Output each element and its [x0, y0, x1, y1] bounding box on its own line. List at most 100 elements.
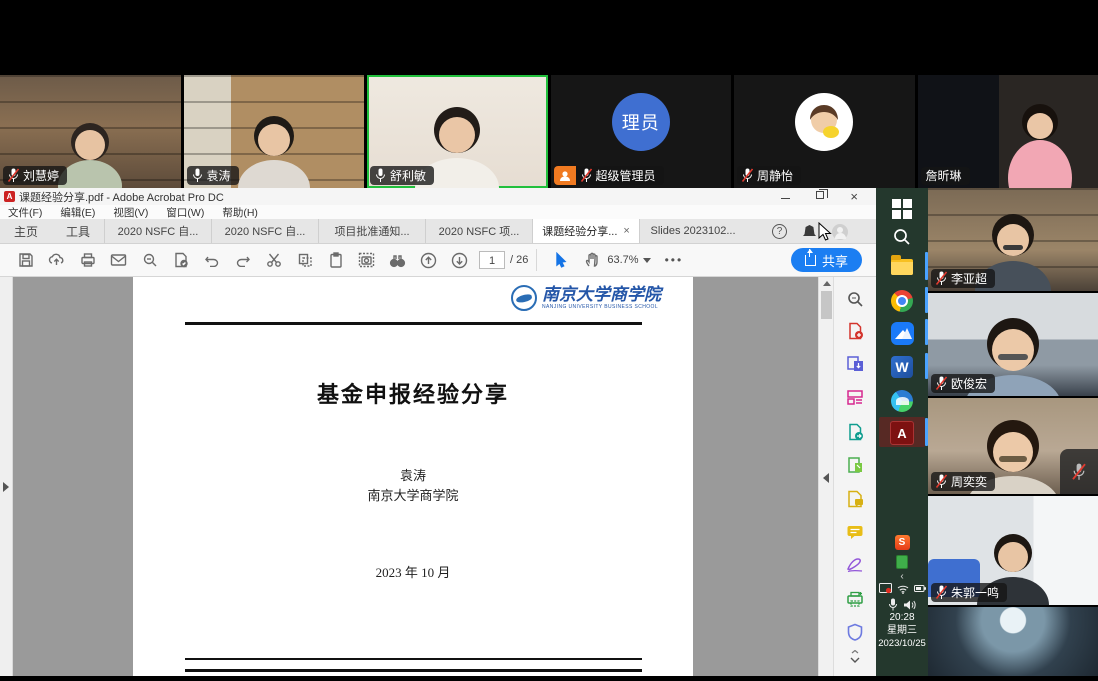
participant-name: 李亚超: [951, 272, 987, 286]
fill-sign-tool-icon[interactable]: [845, 555, 865, 575]
video-tile-oujunhong[interactable]: 欧俊宏: [928, 293, 1098, 396]
pdf-date: 2023 年 10 月: [133, 562, 693, 581]
tab-close-icon[interactable]: ×: [623, 225, 629, 237]
menu-window[interactable]: 窗口(W): [166, 205, 204, 220]
video-tile-yuantao[interactable]: 袁涛: [184, 75, 365, 188]
name-tag: 袁涛: [187, 166, 239, 185]
menu-file[interactable]: 文件(F): [8, 205, 42, 220]
tools-pane-more-icon[interactable]: [849, 650, 861, 666]
print-production-tool-icon[interactable]: [845, 589, 865, 609]
acrobat-taskbar-icon[interactable]: A: [889, 420, 915, 446]
mic-muted-icon: [581, 168, 592, 183]
video-tile-zhoujingyi[interactable]: 周静怡: [734, 75, 915, 188]
minimize-button[interactable]: [781, 191, 790, 202]
mic-muted-icon: [8, 168, 19, 183]
name-tag: 周静怡: [737, 166, 801, 185]
clock-weekday[interactable]: 星期三: [876, 625, 928, 637]
scroll-up-icon[interactable]: [823, 281, 831, 286]
video-tile-shulimin-active-speaker[interactable]: 舒利敏: [367, 75, 548, 188]
bottom-rule-thin: [185, 658, 642, 660]
screen-record-icon[interactable]: [879, 583, 892, 594]
restore-button[interactable]: [816, 191, 824, 202]
doc-tab-slides[interactable]: Slides 2023102...: [639, 219, 746, 243]
sogou-tray-icon[interactable]: S: [894, 534, 910, 550]
help-icon[interactable]: ?: [772, 224, 787, 239]
scrollbar-thumb[interactable]: [821, 291, 832, 319]
clock-time[interactable]: 20:28: [876, 612, 928, 624]
print-button[interactable]: [72, 247, 103, 273]
doc-badge-button[interactable]: [165, 247, 196, 273]
expand-left-pane-icon[interactable]: [3, 482, 9, 492]
acrobat-app-icon: A: [4, 191, 15, 202]
doc-tab-4[interactable]: 2020 NSFC 项...: [425, 219, 532, 243]
menu-view[interactable]: 视图(V): [113, 205, 148, 220]
participant-name: 袁涛: [207, 169, 231, 183]
doc-tab-1[interactable]: 2020 NSFC 自...: [104, 219, 211, 243]
search-tool-icon[interactable]: [845, 289, 865, 309]
video-tile-zhouyiyi[interactable]: 周奕奕: [928, 398, 1098, 494]
doc-tab-3[interactable]: 项目批准通知...: [318, 219, 425, 243]
zoom-control[interactable]: 63.7%: [607, 254, 650, 266]
chrome-icon[interactable]: [889, 288, 915, 314]
undo-button[interactable]: [196, 247, 227, 273]
menu-help[interactable]: 帮助(H): [222, 205, 258, 220]
edge-icon[interactable]: [889, 388, 915, 414]
share-button[interactable]: 共享: [791, 248, 862, 272]
tray-speaker-icon[interactable]: [903, 599, 916, 611]
snapshot-camera-button[interactable]: [351, 247, 382, 273]
video-tile-zhanxinlin[interactable]: 詹昕琳: [918, 75, 1098, 188]
wifi-icon[interactable]: [897, 584, 909, 594]
redo-button[interactable]: [227, 247, 258, 273]
mic-on-icon: [375, 168, 386, 183]
taskbar-search-icon[interactable]: [889, 224, 915, 250]
doc-tab-active[interactable]: 课题经验分享... ×: [532, 219, 639, 243]
tab-tools[interactable]: 工具: [52, 219, 104, 243]
tab-home[interactable]: 主页: [0, 219, 52, 243]
create-pdf-tool-icon[interactable]: [845, 321, 865, 341]
organize-pages-tool-icon[interactable]: [845, 387, 865, 407]
windows-start-icon[interactable]: [889, 196, 915, 222]
meeting-app-icon[interactable]: [889, 320, 915, 346]
select-tool-button[interactable]: [545, 247, 576, 273]
find-binoculars-button[interactable]: [382, 247, 413, 273]
protect-shield-tool-icon[interactable]: [845, 622, 865, 642]
clock-date[interactable]: 2023/10/25: [876, 638, 928, 650]
paste-clipboard-button[interactable]: [320, 247, 351, 273]
video-tile-admin[interactable]: 理员 超级管理员: [551, 75, 732, 188]
video-tile-liuhuiting[interactable]: 刘慧婷: [0, 75, 181, 188]
copy-button[interactable]: [289, 247, 320, 273]
comment-bubble-tool-icon[interactable]: [845, 522, 865, 542]
previous-page-button[interactable]: [413, 247, 444, 273]
upload-cloud-button[interactable]: [41, 247, 72, 273]
email-button[interactable]: [103, 247, 134, 273]
word-icon[interactable]: W: [889, 354, 915, 380]
vertical-scrollbar[interactable]: [818, 277, 833, 676]
save-button[interactable]: [10, 247, 41, 273]
more-options-button[interactable]: •••: [665, 253, 684, 267]
search-button[interactable]: [134, 247, 165, 273]
video-tile-liyachao[interactable]: 李亚超: [928, 188, 1098, 291]
send-file-tool-icon[interactable]: [845, 422, 865, 442]
green-tray-icon[interactable]: [895, 554, 909, 569]
video-tile-projector-room[interactable]: [928, 607, 1098, 681]
notification-bell-icon[interactable]: [803, 225, 816, 238]
export-pdf-tool-icon[interactable]: [845, 354, 865, 374]
close-button[interactable]: ×: [850, 191, 858, 202]
video-tile-zhuguoyiming[interactable]: 朱郭一鸣: [928, 496, 1098, 605]
hidden-icons-chevron[interactable]: ‹: [895, 570, 909, 582]
file-explorer-icon[interactable]: [889, 254, 915, 280]
avatar-cartoon: [795, 93, 853, 151]
doc-tab-2[interactable]: 2020 NSFC 自...: [211, 219, 318, 243]
account-icon[interactable]: [832, 224, 848, 240]
tray-mic-icon[interactable]: [888, 598, 898, 611]
cut-scissors-button[interactable]: [258, 247, 289, 273]
collapse-right-pane-icon[interactable]: [823, 473, 829, 483]
page-number-input[interactable]: 1: [479, 251, 505, 269]
scan-edit-tool-icon[interactable]: [845, 455, 865, 475]
mic-on-icon: [192, 168, 203, 183]
menu-edit[interactable]: 编辑(E): [60, 205, 95, 220]
comment-doc-tool-icon[interactable]: [845, 489, 865, 509]
battery-icon[interactable]: [914, 584, 926, 593]
next-page-button[interactable]: [444, 247, 475, 273]
hand-tool-button[interactable]: [576, 247, 607, 273]
